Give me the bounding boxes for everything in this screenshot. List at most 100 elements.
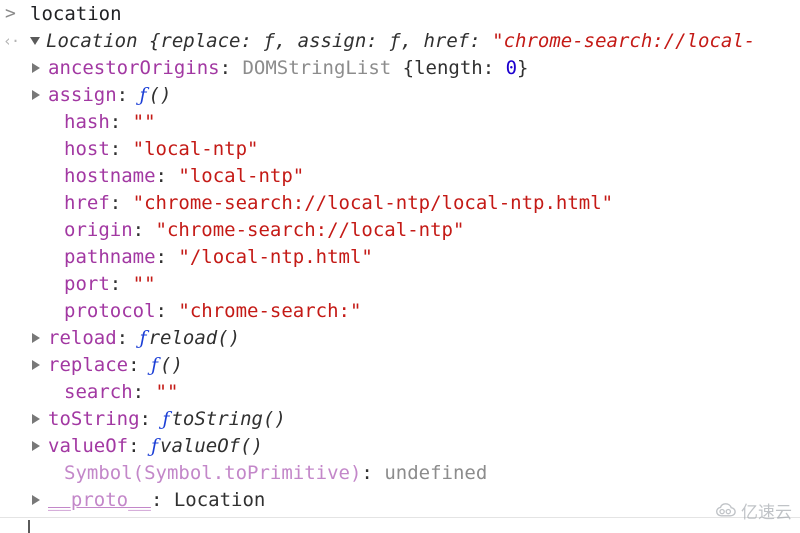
object-preview: {replace: ƒ, assign: ƒ, href:: [137, 30, 493, 52]
expand-toggle-ancestororigins[interactable]: [32, 55, 48, 82]
object-property-row[interactable]: toString: ƒ toString(): [0, 406, 800, 433]
object-property-row[interactable]: protocol: "chrome-search:": [0, 298, 800, 325]
result-arrow-icon: ‹·: [3, 32, 20, 50]
chevron-right-icon: [32, 62, 40, 73]
property-colon: :: [139, 408, 163, 430]
expand-toggle-assign[interactable]: [32, 82, 48, 109]
expand-toggle-reload[interactable]: [32, 325, 48, 352]
property-value-proto: Location: [173, 489, 266, 511]
property-name: port: [64, 273, 110, 295]
property-colon: :: [361, 462, 385, 484]
watermark-text: 亿速云: [741, 503, 792, 523]
property-value-undefined: undefined: [384, 462, 488, 484]
property-value-function: valueOf(): [160, 435, 263, 457]
console-input-row[interactable]: > location: [0, 0, 800, 28]
property-value-string: "chrome-search://local-ntp/local-ntp.htm…: [132, 192, 614, 214]
property-value-string: "local-ntp": [132, 138, 259, 160]
property-name: hash: [64, 111, 110, 133]
property-value-string: "": [155, 381, 179, 403]
property-name: toString: [48, 408, 140, 430]
property-value-brace-close: }: [517, 57, 529, 79]
property-colon: :: [155, 300, 179, 322]
object-property-row[interactable]: replace: ƒ(): [0, 352, 800, 379]
property-value-string: "local-ntp": [178, 165, 305, 187]
property-colon: :: [109, 111, 133, 133]
function-marker: ƒ: [150, 435, 159, 457]
property-name: assign: [48, 84, 117, 106]
expand-toggle--proto-[interactable]: [32, 487, 48, 514]
object-property-row[interactable]: __proto__: Location: [0, 487, 800, 514]
property-value-number: 0: [505, 57, 518, 79]
object-property-row[interactable]: valueOf: ƒ valueOf(): [0, 433, 800, 460]
property-value-string: "": [132, 111, 156, 133]
property-name: search: [64, 381, 133, 403]
property-name: valueOf: [48, 435, 129, 457]
property-name: hostname: [64, 165, 156, 187]
property-colon: :: [109, 138, 133, 160]
property-colon: :: [155, 246, 179, 268]
expand-toggle-root[interactable]: [30, 28, 46, 55]
chevron-down-icon: [30, 36, 40, 45]
object-property-row[interactable]: pathname: "/local-ntp.html": [0, 244, 800, 271]
console-divider: [0, 517, 800, 518]
expand-toggle-replace[interactable]: [32, 352, 48, 379]
property-colon: :: [219, 57, 243, 79]
chevron-right-icon: [32, 359, 40, 370]
chevron-right-icon: [32, 413, 40, 424]
property-name: host: [64, 138, 110, 160]
property-name: __proto__: [48, 489, 151, 511]
object-property-row[interactable]: Symbol(Symbol.toPrimitive): undefined: [0, 460, 800, 487]
property-value-function: (): [148, 84, 172, 106]
property-value-function: reload(): [148, 327, 241, 349]
property-value-string: "/local-ntp.html": [178, 246, 373, 268]
chevron-right-icon: [32, 440, 40, 451]
object-property-row[interactable]: reload: ƒ reload(): [0, 325, 800, 352]
object-property-row[interactable]: ancestorOrigins: DOMStringList {length: …: [0, 55, 800, 82]
expand-toggle-valueof[interactable]: [32, 433, 48, 460]
property-value-function: (): [160, 354, 183, 376]
property-name: protocol: [64, 300, 156, 322]
property-colon: :: [109, 273, 133, 295]
function-marker: ƒ: [139, 327, 147, 349]
object-property-row[interactable]: search: "": [0, 379, 800, 406]
result-object-header-row[interactable]: ‹· Location {replace: ƒ, assign: ƒ, href…: [0, 28, 800, 55]
object-property-row[interactable]: port: "": [0, 271, 800, 298]
property-name: Symbol(Symbol.toPrimitive): [64, 462, 362, 484]
property-value-function: toString(): [171, 408, 286, 430]
property-value-string: "chrome-search://local-ntp": [155, 219, 465, 241]
cloud-logo-icon: [715, 502, 737, 519]
property-name: origin: [64, 219, 133, 241]
chevron-right-icon: [32, 332, 40, 343]
expand-toggle-tostring[interactable]: [32, 406, 48, 433]
property-value-brace-open: {length:: [391, 57, 506, 79]
function-marker: ƒ: [139, 84, 147, 106]
property-value-string: "chrome-search:": [178, 300, 362, 322]
prompt-chevron-icon: >: [5, 3, 16, 24]
console-input-expression: location: [30, 3, 122, 25]
property-value-string: "": [132, 273, 156, 295]
property-colon: :: [132, 381, 156, 403]
object-property-row[interactable]: hash: "": [0, 109, 800, 136]
property-colon: :: [128, 435, 151, 457]
object-property-list: ancestorOrigins: DOMStringList {length: …: [0, 55, 800, 514]
property-name: pathname: [64, 246, 156, 268]
object-property-row[interactable]: host: "local-ntp": [0, 136, 800, 163]
object-property-row[interactable]: origin: "chrome-search://local-ntp": [0, 217, 800, 244]
chevron-right-icon: [32, 89, 40, 100]
object-property-row[interactable]: href: "chrome-search://local-ntp/local-n…: [0, 190, 800, 217]
property-colon: :: [116, 84, 140, 106]
property-name: reload: [48, 327, 117, 349]
function-marker: ƒ: [150, 354, 159, 376]
object-class-name: Location: [46, 30, 138, 52]
property-colon: :: [109, 192, 133, 214]
object-property-row[interactable]: assign: ƒ(): [0, 82, 800, 109]
property-colon: :: [155, 165, 179, 187]
object-property-row[interactable]: hostname: "local-ntp": [0, 163, 800, 190]
property-name: href: [64, 192, 110, 214]
devtools-console-panel: > location ‹· Location {replace: ƒ, assi…: [0, 0, 800, 533]
chevron-right-icon: [32, 494, 40, 505]
property-name: replace: [48, 354, 129, 376]
console-prompt-caret[interactable]: [28, 520, 30, 533]
property-colon: :: [116, 327, 140, 349]
property-colon: :: [150, 489, 174, 511]
